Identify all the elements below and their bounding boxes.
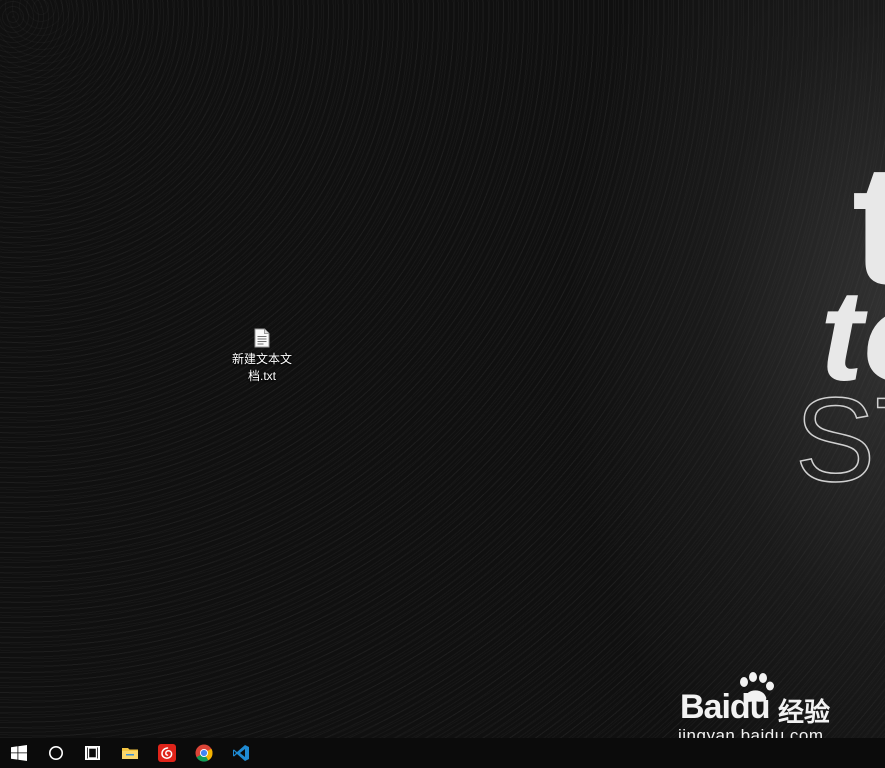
baidu-jingyan-watermark: Baidu 经验 jingyan.baidu.com <box>676 672 876 738</box>
baidu-brand-bai: Bai <box>680 688 731 726</box>
chrome-icon <box>195 744 213 762</box>
start-button[interactable] <box>0 738 37 768</box>
chrome-button[interactable] <box>185 738 222 768</box>
task-view-icon <box>84 746 100 760</box>
windows-start-icon <box>10 745 27 761</box>
baidu-brand-du: du <box>729 688 771 726</box>
text-file-icon <box>254 328 270 348</box>
watermark-url: jingyan.baidu.com <box>678 726 824 738</box>
cortana-search-button[interactable] <box>37 738 74 768</box>
wallpaper-text-st: ST <box>794 373 885 507</box>
jingyan-label: 经验 <box>778 698 831 728</box>
file-explorer-icon <box>121 748 138 759</box>
netease-music-button[interactable] <box>148 738 185 768</box>
task-view-button[interactable] <box>74 738 111 768</box>
baidu-brand: Baidu <box>680 688 771 727</box>
vscode-icon <box>232 745 249 761</box>
vscode-button[interactable] <box>222 738 259 768</box>
cortana-search-icon <box>48 746 63 760</box>
desktop[interactable]: t to ST 新建文本文档.txt Baidu 经验 jingyan.baid… <box>0 0 885 738</box>
netease-music-icon <box>157 744 176 762</box>
taskbar <box>0 738 885 768</box>
desktop-icon-label: 新建文本文档.txt <box>231 352 292 383</box>
desktop-icon-text-file[interactable]: 新建文本文档.txt <box>226 328 298 385</box>
file-explorer-button[interactable] <box>111 738 148 768</box>
